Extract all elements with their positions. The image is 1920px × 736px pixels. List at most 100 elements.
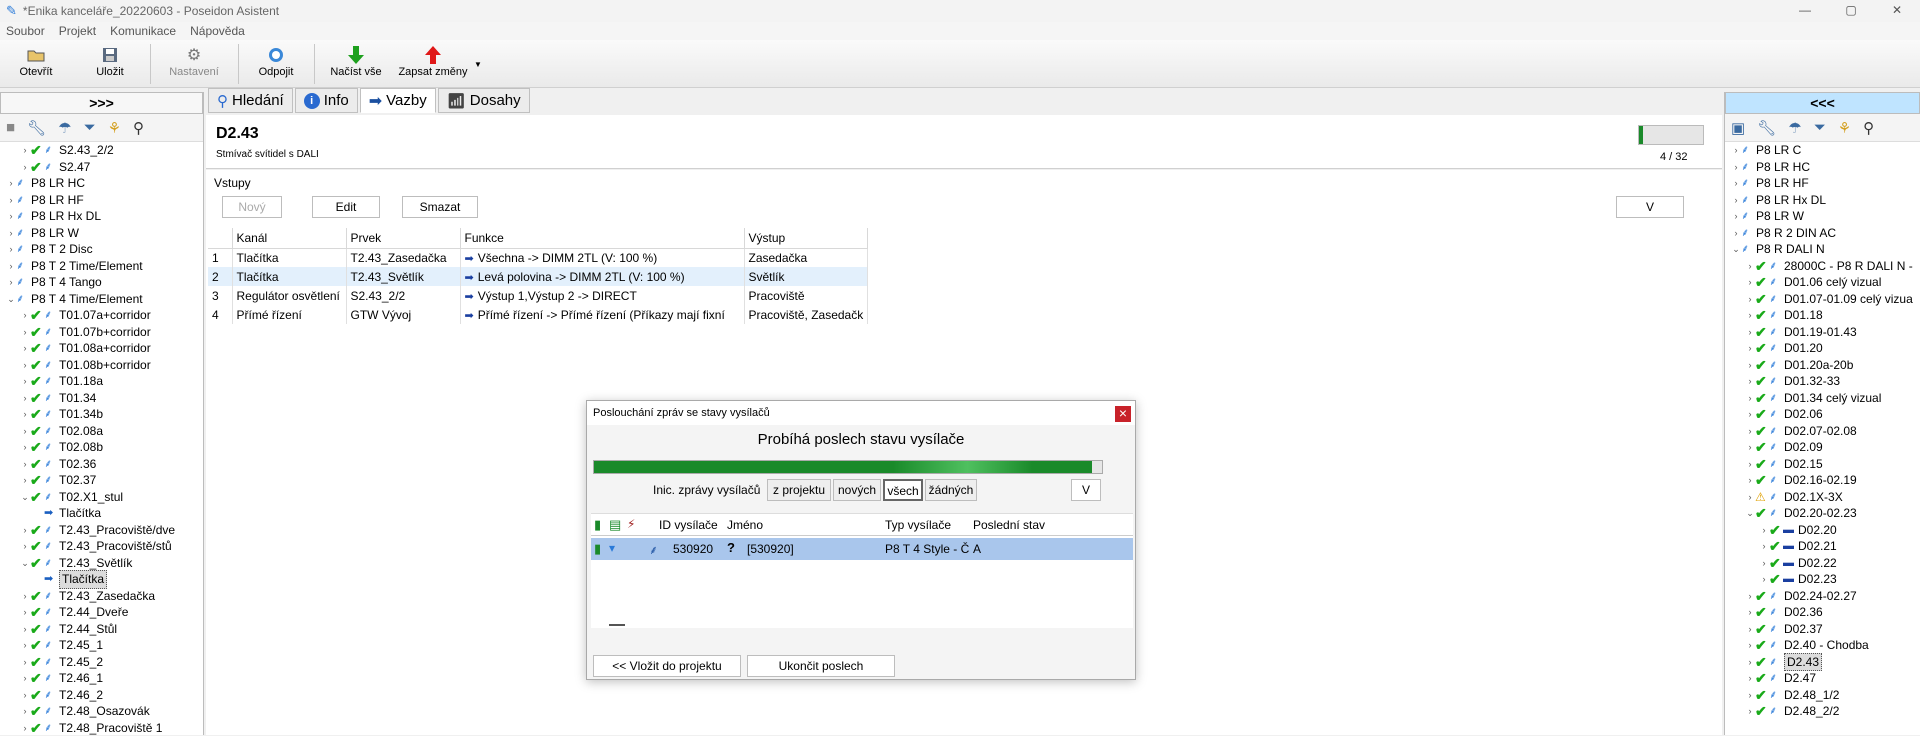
expand-icon[interactable]: › [20,670,30,687]
col-funkce[interactable]: Funkce [460,228,744,248]
tree-node[interactable]: ›✔⸙D2.40 - Chodba [1725,637,1920,654]
expand-icon[interactable]: › [6,208,16,225]
search-icon[interactable]: ⚲ [133,119,144,137]
expand-icon[interactable]: › [6,225,16,242]
tree-node[interactable]: ›✔⸙T01.08b+corridor [0,357,203,374]
tree-node[interactable]: ›✔⸙D02.16-02.19 [1725,472,1920,489]
expand-icon[interactable]: › [1745,357,1755,374]
expand-icon[interactable]: › [1745,472,1755,489]
tree-node[interactable]: ›✔⸙T2.43_Pracoviště/dve [0,522,203,539]
input-row[interactable]: 3Regulátor osvětleníS2.43_2/2➡Výstup 1,V… [208,286,868,305]
tree-node[interactable]: ›✔⸙D01.07-01.09 celý vizua [1725,291,1920,308]
expand-icon[interactable]: › [1745,258,1755,275]
wrench-icon[interactable]: 🔧︎ [27,119,46,137]
tree-node[interactable]: ›✔⸙D2.43 [1725,654,1920,671]
tree-node[interactable]: ›✔⸙D01.20a-20b [1725,357,1920,374]
tree-node[interactable]: ›⸙P8 T 2 Disc [0,241,203,258]
col-id[interactable]: ID vysílače [659,518,718,532]
square-icon[interactable]: ▣ [1731,119,1745,137]
settings-button[interactable]: ⚙︎ Nastavení [168,44,220,84]
expand-icon[interactable]: › [20,654,30,671]
minimize-button[interactable]: — [1782,0,1828,22]
expand-icon[interactable]: › [1745,637,1755,654]
write-changes-button[interactable]: Zapsat změny [398,44,468,84]
expand-icon[interactable]: › [1745,291,1755,308]
expand-icon[interactable]: › [20,538,30,555]
expand-icon[interactable]: › [6,241,16,258]
expand-icon[interactable]: › [6,192,16,209]
tree-node[interactable]: ›✔⸙T02.37 [0,472,203,489]
expand-icon[interactable]: › [1745,654,1755,671]
tree-node[interactable]: ›✔⸙28000C - P8 R DALI N - [1725,258,1920,275]
expand-icon[interactable]: › [1745,703,1755,720]
col-typ[interactable]: Typ vysílače [885,518,951,532]
tree-node[interactable]: ›✔⸙T02.08a [0,423,203,440]
expand-icon[interactable]: › [20,522,30,539]
tree-node[interactable]: ➡Tlačítka [0,505,203,522]
expand-icon[interactable]: › [20,703,30,720]
expand-icon[interactable]: › [1759,522,1769,539]
tree-node[interactable]: ›✔⸙D2.47 [1725,670,1920,687]
tree-node[interactable]: ›✔⸙T01.08a+corridor [0,340,203,357]
tree-node[interactable]: ›✔⸙D01.19-01.43 [1725,324,1920,341]
expand-icon[interactable]: › [20,637,30,654]
expand-icon[interactable]: › [1745,687,1755,704]
tree-node[interactable]: ›✔▬D02.23 [1725,571,1920,588]
tree-node[interactable]: ›✔⸙D01.34 celý vizual [1725,390,1920,407]
tree-node[interactable]: ›⸙P8 LR W [0,225,203,242]
expand-icon[interactable]: › [20,456,30,473]
hierarchy-icon[interactable]: ⚘ [108,119,121,137]
collapse-icon[interactable]: ⌄ [6,291,16,308]
tree-node[interactable]: ›✔⸙S2.47 [0,159,203,176]
expand-icon[interactable]: › [1745,670,1755,687]
expand-icon[interactable]: › [20,406,30,423]
tree-node[interactable]: ›⸙P8 LR HC [1725,159,1920,176]
menu-projekt[interactable]: Projekt [59,24,96,38]
tree-node[interactable]: ›✔⸙D01.32-33 [1725,373,1920,390]
v-button[interactable]: V [1616,196,1684,218]
tree-node[interactable]: ›✔⸙T2.48_Pracoviště 1 [0,720,203,736]
tab-dosahy[interactable]: 📶︎Dosahy [438,88,530,113]
tree-node[interactable]: ›✔⸙D02.07-02.08 [1725,423,1920,440]
tree-node[interactable]: ›⸙P8 R 2 DIN AC [1725,225,1920,242]
filter-from-project[interactable]: z projektu [767,479,831,501]
collapse-icon[interactable]: ⌄ [20,489,30,506]
tree-node[interactable]: ⌄✔⸙D02.20-02.23 [1725,505,1920,522]
wrench-icon[interactable]: 🔧︎ [1757,119,1776,137]
expand-icon[interactable]: › [20,357,30,374]
col-stav[interactable]: Poslední stav [973,518,1045,532]
expand-icon[interactable]: › [20,390,30,407]
umbrella-icon[interactable]: ☂︎ [58,119,71,137]
col-jmeno[interactable]: Jméno [727,518,763,532]
collapse-icon[interactable]: ⌄ [1731,241,1741,258]
expand-icon[interactable]: › [1745,390,1755,407]
filter-new[interactable]: nových [833,479,881,501]
maximize-button[interactable]: ▢ [1828,0,1874,22]
expand-icon[interactable]: › [1745,274,1755,291]
tree-node[interactable]: ›✔⸙T02.36 [0,456,203,473]
delete-button[interactable]: Smazat [402,196,478,218]
tree-node[interactable]: ›✔⸙T01.34 [0,390,203,407]
expand-icon[interactable]: › [20,373,30,390]
expand-icon[interactable]: › [1745,324,1755,341]
add-to-project-button[interactable]: << Vložit do projektu [593,655,741,677]
col-vystup[interactable]: Výstup [744,228,868,248]
filter-icon[interactable]: ⏷ [84,119,96,136]
tree-node[interactable]: ›✔⸙T2.43_Zasedačka [0,588,203,605]
tree-node[interactable]: ›✔⸙T2.43_Pracoviště/stů [0,538,203,555]
save-button[interactable]: Uložit [90,44,130,84]
tree-node[interactable]: ›✔⸙D2.48_2/2 [1725,703,1920,720]
tree-node[interactable]: ›✔⸙T2.44_Stůl [0,621,203,638]
expand-icon[interactable]: › [20,307,30,324]
load-all-button[interactable]: Načíst vše [330,44,382,84]
input-row[interactable]: 1TlačítkaT2.43_Zasedačka➡Všechna -> DIMM… [208,248,868,267]
expand-icon[interactable]: › [1731,225,1741,242]
tree-node[interactable]: ›⸙P8 T 2 Time/Element [0,258,203,275]
tree-node[interactable]: ›✔⸙T2.46_2 [0,687,203,704]
expand-icon[interactable]: › [20,324,30,341]
expand-icon[interactable]: › [6,274,16,291]
expand-icon[interactable]: › [1731,192,1741,209]
tree-node[interactable]: ›✔⸙D02.09 [1725,439,1920,456]
tree-node[interactable]: ›⸙P8 LR W [1725,208,1920,225]
expand-icon[interactable]: › [1745,373,1755,390]
